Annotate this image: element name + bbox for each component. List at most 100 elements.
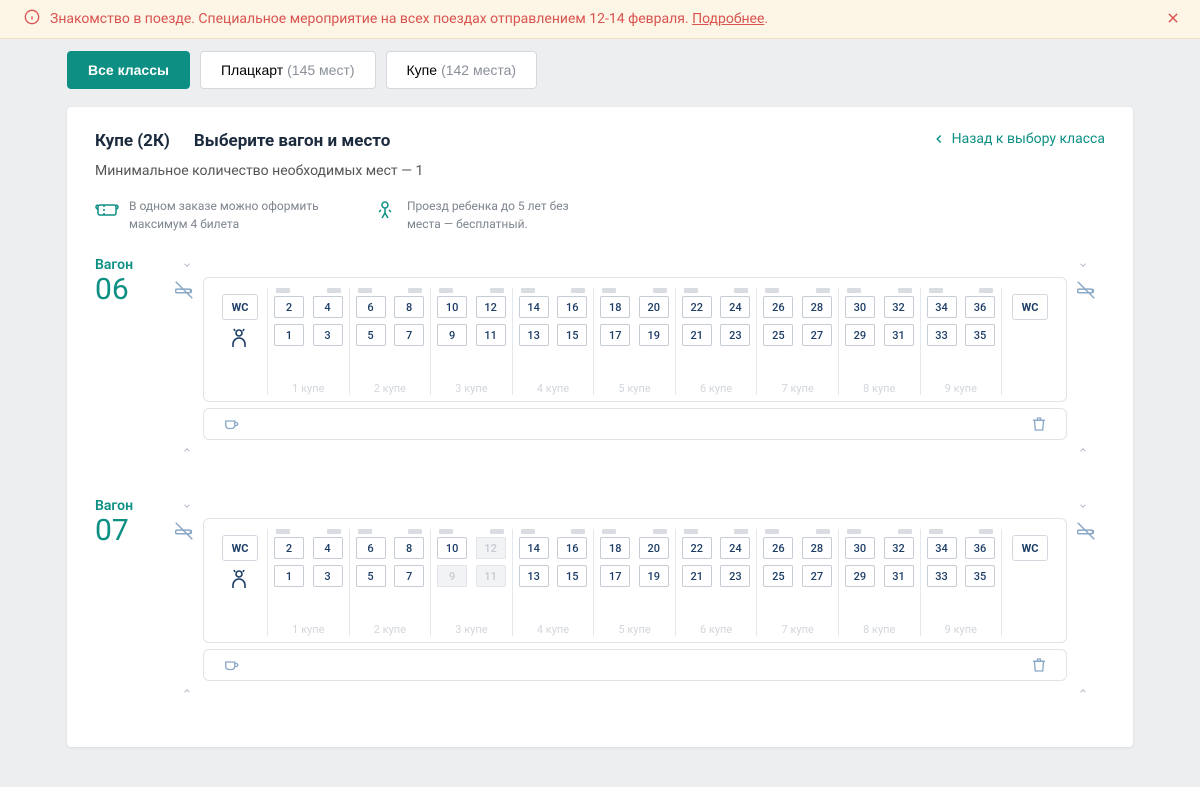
seat-30[interactable]: 30 <box>845 296 875 318</box>
seat-20[interactable]: 20 <box>639 537 669 559</box>
banner-close-button[interactable] <box>1166 10 1180 28</box>
seat-21[interactable]: 21 <box>682 324 712 346</box>
scroll-up-right[interactable] <box>1069 255 1097 275</box>
seat-4[interactable]: 4 <box>313 296 343 318</box>
scroll-down-right[interactable] <box>1069 440 1097 460</box>
seat-30[interactable]: 30 <box>845 537 875 559</box>
seat-3[interactable]: 3 <box>313 565 343 587</box>
seat-7[interactable]: 7 <box>394 324 424 346</box>
seat-26[interactable]: 26 <box>763 537 793 559</box>
tab-label: Купе <box>407 62 438 78</box>
seat-2[interactable]: 2 <box>274 296 304 318</box>
seat-25[interactable]: 25 <box>763 324 793 346</box>
seat-23[interactable]: 23 <box>720 324 750 346</box>
seat-6[interactable]: 6 <box>356 296 386 318</box>
seat-29[interactable]: 29 <box>845 565 875 587</box>
scroll-down-left[interactable] <box>173 681 201 701</box>
seat-24[interactable]: 24 <box>720 296 750 318</box>
seat-36[interactable]: 36 <box>965 296 995 318</box>
scroll-up-right[interactable] <box>1069 496 1097 516</box>
seat-31[interactable]: 31 <box>884 565 914 587</box>
seat-27[interactable]: 27 <box>802 324 832 346</box>
seat-12[interactable]: 12 <box>476 296 506 318</box>
seat-17[interactable]: 17 <box>600 565 630 587</box>
trash-icon <box>1030 415 1048 433</box>
seat-5[interactable]: 5 <box>356 324 386 346</box>
seat-17[interactable]: 17 <box>600 324 630 346</box>
seat-6[interactable]: 6 <box>356 537 386 559</box>
seat-28[interactable]: 28 <box>802 296 832 318</box>
wagon-end-left: WC <box>216 288 264 352</box>
compartment-label: 4 купе <box>513 352 594 395</box>
seat-19[interactable]: 19 <box>639 565 669 587</box>
banner-text: Знакомство в поезде. Специальное меропри… <box>50 11 768 27</box>
panel-title: Купе (2К)Выберите вагон и место <box>95 131 390 151</box>
scroll-up-left[interactable] <box>173 496 201 516</box>
seat-16[interactable]: 16 <box>557 296 587 318</box>
seat-36[interactable]: 36 <box>965 537 995 559</box>
seat-20[interactable]: 20 <box>639 296 669 318</box>
seat-22[interactable]: 22 <box>682 537 712 559</box>
seat-19[interactable]: 19 <box>639 324 669 346</box>
seat-35[interactable]: 35 <box>965 565 995 587</box>
seat-4[interactable]: 4 <box>313 537 343 559</box>
seat-34[interactable]: 34 <box>927 537 957 559</box>
seat-3[interactable]: 3 <box>313 324 343 346</box>
wagon-end-right: WC <box>1006 529 1054 561</box>
seat-29[interactable]: 29 <box>845 324 875 346</box>
seat-8[interactable]: 8 <box>394 296 424 318</box>
scroll-down-right[interactable] <box>1069 681 1097 701</box>
seat-23[interactable]: 23 <box>720 565 750 587</box>
tab-0[interactable]: Все классы <box>67 51 190 89</box>
compartment-label: 5 купе <box>594 593 675 636</box>
back-link[interactable]: Назад к выбору класса <box>932 131 1105 147</box>
compartment: 24131 купе <box>267 529 350 636</box>
seat-5[interactable]: 5 <box>356 565 386 587</box>
seat-9[interactable]: 9 <box>437 324 467 346</box>
seat-25[interactable]: 25 <box>763 565 793 587</box>
wagon-label: Вагон06 <box>95 255 151 460</box>
scroll-down-left[interactable] <box>173 440 201 460</box>
seat-24[interactable]: 24 <box>720 537 750 559</box>
seat-7[interactable]: 7 <box>394 565 424 587</box>
compartment: 222421236 купе <box>675 529 758 636</box>
seat-11[interactable]: 11 <box>476 324 506 346</box>
seat-16[interactable]: 16 <box>557 537 587 559</box>
seat-27[interactable]: 27 <box>802 565 832 587</box>
scroll-up-left[interactable] <box>173 255 201 275</box>
seat-18[interactable]: 18 <box>600 296 630 318</box>
seat-31[interactable]: 31 <box>884 324 914 346</box>
wc-label: WC <box>1012 294 1048 320</box>
seat-1[interactable]: 1 <box>274 565 304 587</box>
seat-13[interactable]: 13 <box>519 565 549 587</box>
seat-21[interactable]: 21 <box>682 565 712 587</box>
seat-22[interactable]: 22 <box>682 296 712 318</box>
seat-14[interactable]: 14 <box>519 296 549 318</box>
seat-10[interactable]: 10 <box>437 296 467 318</box>
seat-34[interactable]: 34 <box>927 296 957 318</box>
seat-15[interactable]: 15 <box>557 565 587 587</box>
compartment-label: 7 купе <box>757 593 838 636</box>
tab-2[interactable]: Купе (142 места) <box>386 51 538 89</box>
seat-35[interactable]: 35 <box>965 324 995 346</box>
compartment-label: 8 купе <box>839 593 920 636</box>
seat-32[interactable]: 32 <box>884 537 914 559</box>
banner-link[interactable]: Подробнее <box>692 11 764 27</box>
seat-15[interactable]: 15 <box>557 324 587 346</box>
seat-2[interactable]: 2 <box>274 537 304 559</box>
seat-14[interactable]: 14 <box>519 537 549 559</box>
seat-33[interactable]: 33 <box>927 324 957 346</box>
tab-1[interactable]: Плацкарт (145 мест) <box>200 51 376 89</box>
tab-label: Плацкарт <box>221 62 283 78</box>
seat-18[interactable]: 18 <box>600 537 630 559</box>
seat-28[interactable]: 28 <box>802 537 832 559</box>
seat-33[interactable]: 33 <box>927 565 957 587</box>
seat-13[interactable]: 13 <box>519 324 549 346</box>
seat-32[interactable]: 32 <box>884 296 914 318</box>
notification-banner: Знакомство в поезде. Специальное меропри… <box>0 0 1200 39</box>
seat-1[interactable]: 1 <box>274 324 304 346</box>
seat-8[interactable]: 8 <box>394 537 424 559</box>
seat-26[interactable]: 26 <box>763 296 793 318</box>
seat-10[interactable]: 10 <box>437 537 467 559</box>
tab-count: (142 места) <box>441 62 516 78</box>
